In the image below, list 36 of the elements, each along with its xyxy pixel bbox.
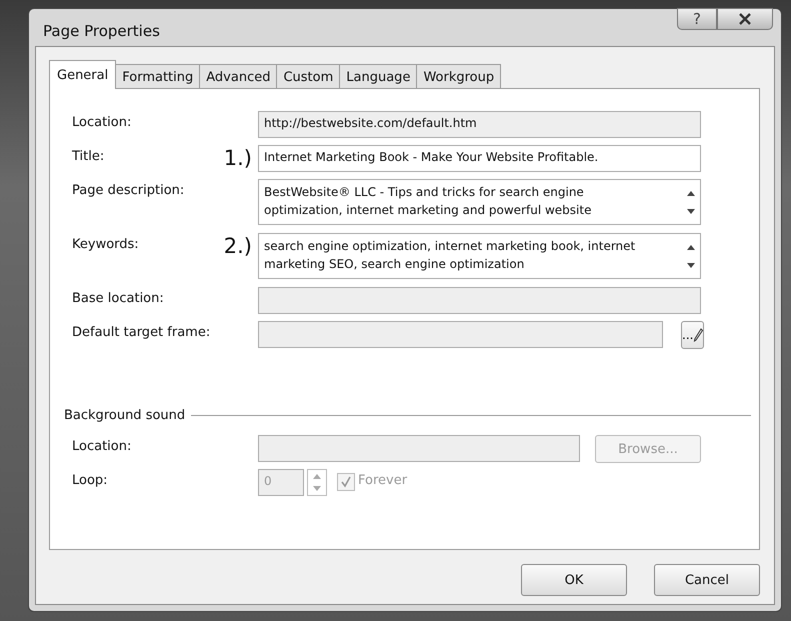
scroll-down-icon[interactable]	[687, 208, 695, 214]
tab[interactable]: Formatting	[115, 64, 200, 89]
group-heading: Background sound	[64, 408, 186, 423]
text-field[interactable]	[258, 435, 580, 462]
close-icon	[738, 13, 752, 25]
pencil-icon	[693, 328, 704, 342]
tab[interactable]: Advanced	[199, 64, 278, 89]
scroll-down-icon[interactable]	[687, 262, 695, 268]
field-label: Location:	[72, 114, 132, 130]
window-title: Page Properties	[43, 22, 160, 40]
field-label: Page description:	[72, 182, 186, 198]
annotation-number: 2.)	[224, 234, 252, 258]
text-field[interactable]: Internet Marketing Book - Make Your Website Profitable.	[258, 145, 701, 172]
tab[interactable]: Custom	[276, 64, 340, 89]
field-label: Title:	[72, 148, 106, 164]
dialog-button[interactable]: Cancel	[654, 564, 760, 596]
dialog-button[interactable]: OK	[521, 564, 627, 596]
tab[interactable]: Workgroup	[416, 64, 502, 89]
down-arrow-icon	[313, 486, 321, 492]
field-label: Base location:	[72, 290, 165, 306]
text-area[interactable]: search engine optimization, internet marketing book, internet marketing SEO, search engine optimization	[258, 233, 701, 279]
checkbox-label: Forever	[358, 473, 408, 488]
tab[interactable]: Language	[339, 64, 418, 89]
scroll-up-icon[interactable]	[687, 190, 695, 196]
tab[interactable]: General	[49, 60, 116, 89]
text-area[interactable]: BestWebsite® LLC - Tips and tricks for search engine optimization, internet marketing and powerful website	[258, 179, 701, 225]
up-arrow-icon	[313, 474, 321, 479]
field-label: Location:	[72, 438, 132, 454]
close-button[interactable]	[717, 8, 773, 30]
help-button[interactable]: ?	[677, 8, 717, 30]
checkmark-icon	[340, 476, 352, 488]
annotation-number: 1.)	[224, 146, 252, 170]
field-label: Default target frame:	[72, 324, 212, 340]
field-label: Keywords:	[72, 236, 140, 252]
field-label: Loop:	[72, 472, 109, 488]
scroll-up-icon[interactable]	[687, 244, 695, 250]
